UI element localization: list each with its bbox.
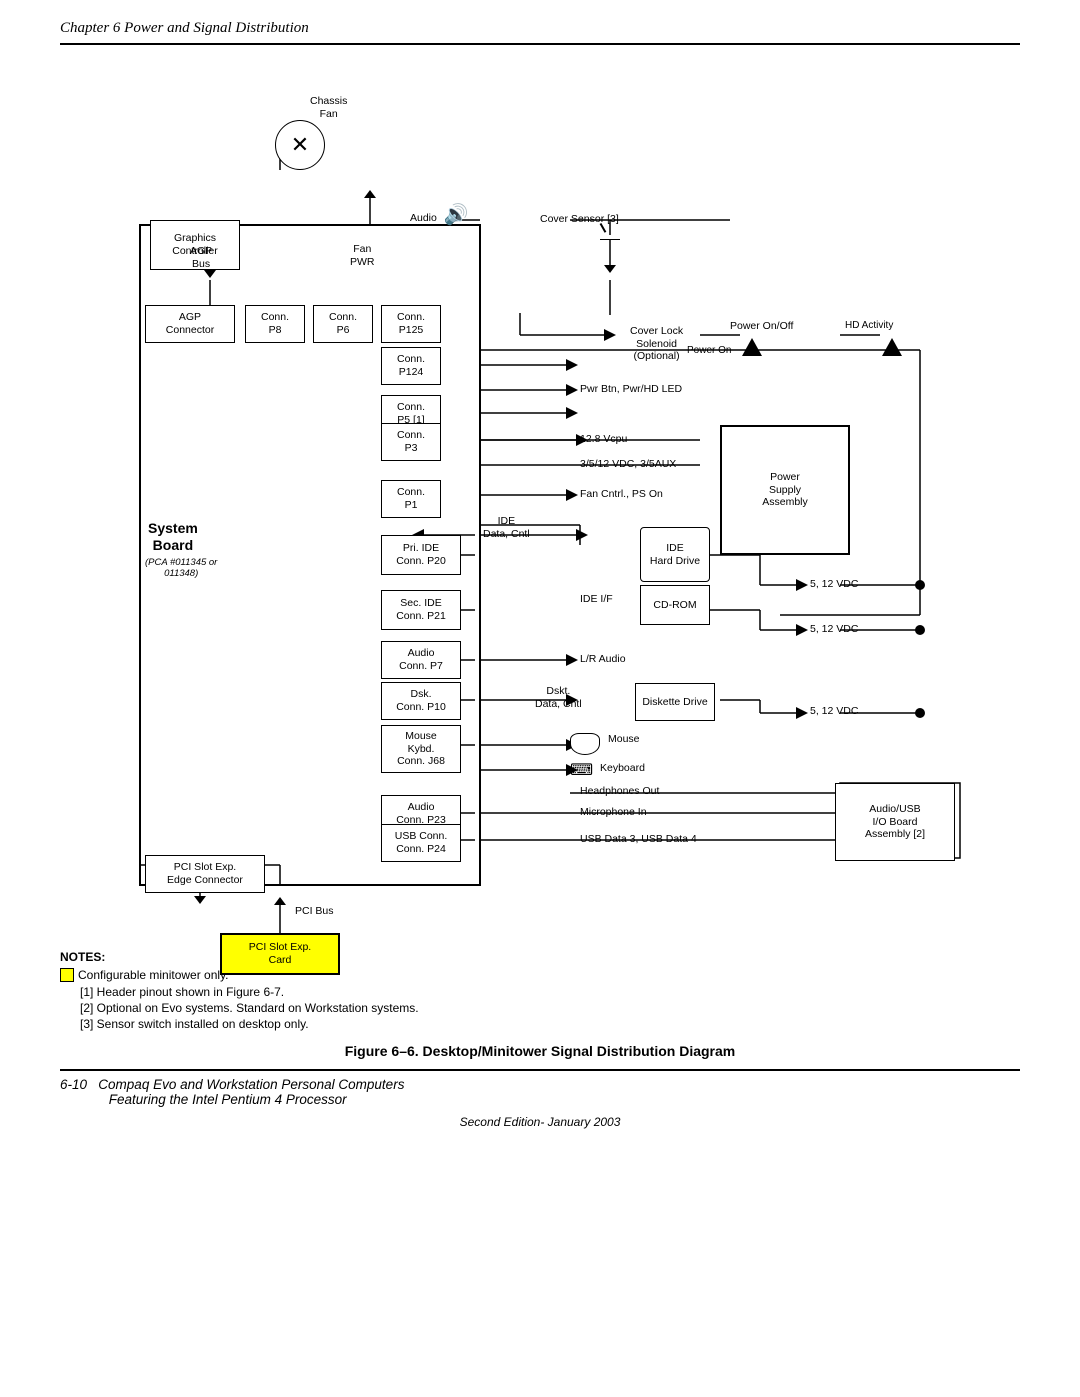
vdc3-label: 5, 12 VDC [810, 705, 858, 718]
audio-usb-box: Audio/USBI/O BoardAssembly [2] [835, 783, 955, 861]
mouse-symbol [570, 733, 600, 755]
vcpu-label: 12.8 Vcpu [580, 433, 627, 446]
edition-text: Second Edition- January 2003 [60, 1115, 1020, 1129]
chapter-title: Chapter 6 Power and Signal Distribution [60, 20, 309, 36]
vdc1-label: 5, 12 VDC [810, 578, 858, 591]
diskette-drive-box: Diskette Drive [635, 683, 715, 721]
power-supply-box: PowerSupplyAssembly [720, 425, 850, 555]
figure-caption: Figure 6–6. Desktop/Minitower Signal Dis… [60, 1043, 1020, 1059]
conn-p125-box: Conn.P125 [381, 305, 441, 343]
cd-rom-box: CD-ROM [640, 585, 710, 625]
vdc-label: 3/5/12 VDC, 3/5AUX [580, 458, 676, 471]
chapter-header: Chapter 6 Power and Signal Distribution [60, 20, 1020, 45]
fan-symbol: ✕ [275, 120, 325, 170]
diagram-area: ChassisFan ✕ GraphicsController Audio 🔊 … [80, 65, 1000, 935]
power-on-label: Power On [687, 345, 731, 357]
sec-ide-box: Sec. IDEConn. P21 [381, 590, 461, 630]
power-on-symbol [740, 336, 765, 361]
footer-bar: 6-10 Compaq Evo and Workstation Personal… [60, 1069, 1020, 1107]
conn-p8-box: Conn.P8 [245, 305, 305, 343]
footer-text: 6-10 Compaq Evo and Workstation Personal… [60, 1077, 1020, 1107]
audio-label: Audio 🔊 [410, 203, 469, 227]
hd-activity-label: HD Activity [845, 320, 893, 332]
microphone-label: Microphone In [580, 806, 647, 819]
notes-title: NOTES: [60, 950, 1020, 964]
note-item-1: Configurable minitower only. [60, 968, 1020, 982]
power-on-off-label: Power On/Off [730, 320, 793, 333]
conn-p3-box: Conn.P3 [381, 423, 441, 461]
page: Chapter 6 Power and Signal Distribution [0, 0, 1080, 1397]
pri-ide-box: Pri. IDEConn. P20 [381, 535, 461, 575]
notes-section: NOTES: Configurable minitower only. [1] … [60, 950, 1020, 1031]
hd-activity-symbol [880, 336, 905, 361]
dsk-p10-box: Dsk.Conn. P10 [381, 682, 461, 720]
usb-data-label: USB Data 3, USB Data 4 [580, 833, 697, 846]
vdc2-label: 5, 12 VDC [810, 623, 858, 636]
ide-if-label: IDE I/F [580, 593, 613, 606]
note-item-4: [3] Sensor switch installed on desktop o… [80, 1017, 1020, 1031]
pci-bus-label: PCI Bus [295, 905, 334, 918]
agp-bus-label: AGPBus [190, 245, 212, 270]
fan-cntrl-label: Fan Cntrl., PS On [580, 488, 663, 501]
chassis-fan-label: ChassisFan [310, 95, 347, 120]
conn-p6-box: Conn.P6 [313, 305, 373, 343]
system-board-sub: (PCA #011345 or011348) [145, 557, 217, 580]
cover-sensor-label: Cover Sensor [3] [540, 213, 619, 226]
mouse-kybd-box: MouseKybd.Conn. J68 [381, 725, 461, 773]
keyboard-symbol: ⌨ [570, 760, 593, 780]
agp-connector-box: AGPConnector [145, 305, 235, 343]
ide-hard-drive-box: IDEHard Drive [640, 527, 710, 582]
ide-data-label: IDEData, Cntl [483, 515, 530, 540]
lr-audio-label: L/R Audio [580, 653, 626, 666]
fan-pwr-label: FanPWR [350, 243, 375, 268]
dskt-data-label: Dskt.Data, Cntl [535, 685, 582, 710]
headphones-label: Headphones Out [580, 785, 659, 798]
pci-card-box: PCI Slot Exp.Card [220, 933, 340, 975]
note-item-3: [2] Optional on Evo systems. Standard on… [80, 1001, 1020, 1015]
audio-p7-box: AudioConn. P7 [381, 641, 461, 679]
system-board-label: SystemBoard [148, 520, 198, 554]
pci-slot-edge-box: PCI Slot Exp.Edge Connector [145, 855, 265, 893]
pwr-btn-label: Pwr Btn, Pwr/HD LED [580, 383, 682, 396]
conn-p1-box: Conn.P1 [381, 480, 441, 518]
keyboard-text-label: Keyboard [600, 762, 645, 775]
note-yellow-box [60, 968, 74, 982]
conn-p124-box: Conn.P124 [381, 347, 441, 385]
usb-p24-box: USB Conn.Conn. P24 [381, 824, 461, 862]
cover-lock-label: Cover LockSolenoid(Optional) [630, 325, 683, 363]
note-item-2: [1] Header pinout shown in Figure 6-7. [80, 985, 1020, 999]
mouse-text-label: Mouse [608, 733, 640, 746]
